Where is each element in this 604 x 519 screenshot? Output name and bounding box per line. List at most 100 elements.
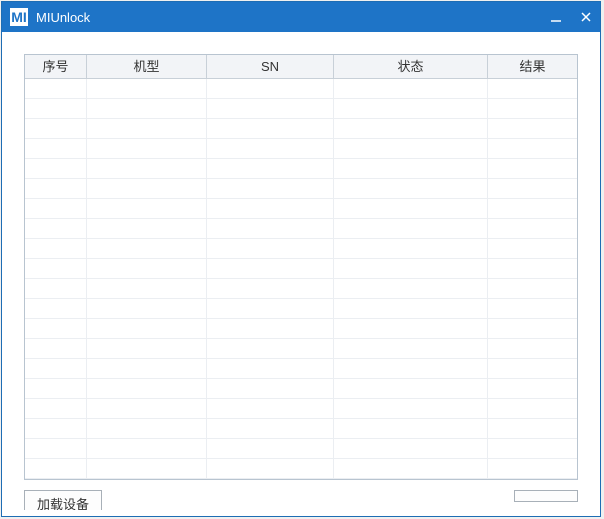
cell-index	[25, 359, 87, 379]
cell-sn	[207, 419, 334, 439]
cell-model	[87, 99, 207, 119]
cell-sn	[207, 79, 334, 99]
cell-result	[488, 199, 577, 219]
cell-model	[87, 259, 207, 279]
app-logo-icon: MI	[10, 8, 28, 26]
cell-result	[488, 259, 577, 279]
table-row[interactable]	[25, 199, 577, 219]
table-row[interactable]	[25, 319, 577, 339]
cell-model	[87, 219, 207, 239]
cell-index	[25, 419, 87, 439]
table-row[interactable]	[25, 379, 577, 399]
cell-status	[334, 399, 488, 419]
cell-index	[25, 299, 87, 319]
minimize-button[interactable]	[548, 9, 564, 25]
table-row[interactable]	[25, 299, 577, 319]
cell-index	[25, 259, 87, 279]
table-row[interactable]	[25, 339, 577, 359]
column-header-model[interactable]: 机型	[87, 55, 207, 79]
cell-result	[488, 359, 577, 379]
column-header-status[interactable]: 状态	[334, 55, 488, 79]
column-header-index[interactable]: 序号	[25, 55, 87, 79]
cell-index	[25, 199, 87, 219]
cell-status	[334, 119, 488, 139]
cell-model	[87, 299, 207, 319]
cell-result	[488, 219, 577, 239]
cell-result	[488, 79, 577, 99]
cell-result	[488, 339, 577, 359]
cell-sn	[207, 339, 334, 359]
cell-index	[25, 319, 87, 339]
column-header-sn[interactable]: SN	[207, 55, 334, 79]
table-row[interactable]	[25, 239, 577, 259]
cell-sn	[207, 319, 334, 339]
table-row[interactable]	[25, 399, 577, 419]
cell-sn	[207, 239, 334, 259]
cell-result	[488, 379, 577, 399]
table-row[interactable]	[25, 419, 577, 439]
table-row[interactable]	[25, 99, 577, 119]
right-button-partial[interactable]	[514, 490, 578, 502]
table-row[interactable]	[25, 179, 577, 199]
table-row[interactable]	[25, 279, 577, 299]
cell-model	[87, 279, 207, 299]
table-row[interactable]	[25, 359, 577, 379]
column-header-result[interactable]: 结果	[488, 55, 577, 79]
cell-sn	[207, 259, 334, 279]
cell-status	[334, 159, 488, 179]
table-row[interactable]	[25, 159, 577, 179]
cell-model	[87, 239, 207, 259]
cell-index	[25, 279, 87, 299]
cell-result	[488, 159, 577, 179]
cell-index	[25, 239, 87, 259]
cell-status	[334, 199, 488, 219]
close-button[interactable]	[578, 9, 594, 25]
cell-index	[25, 439, 87, 459]
table-row[interactable]	[25, 79, 577, 99]
cell-result	[488, 459, 577, 479]
cell-result	[488, 99, 577, 119]
cell-model	[87, 419, 207, 439]
table-row[interactable]	[25, 259, 577, 279]
table-row[interactable]	[25, 219, 577, 239]
cell-index	[25, 459, 87, 479]
cell-result	[488, 439, 577, 459]
cell-status	[334, 239, 488, 259]
cell-sn	[207, 219, 334, 239]
cell-index	[25, 139, 87, 159]
cell-status	[334, 419, 488, 439]
cell-sn	[207, 199, 334, 219]
cell-sn	[207, 359, 334, 379]
cell-sn	[207, 379, 334, 399]
cell-sn	[207, 279, 334, 299]
content-area: 序号 机型 SN 状态 结果	[2, 32, 600, 480]
cell-status	[334, 439, 488, 459]
app-title: MIUnlock	[36, 10, 548, 25]
cell-result	[488, 319, 577, 339]
cell-model	[87, 459, 207, 479]
table-row[interactable]	[25, 439, 577, 459]
cell-sn	[207, 459, 334, 479]
table-row[interactable]	[25, 459, 577, 479]
grid-body[interactable]	[25, 79, 577, 479]
cell-model	[87, 339, 207, 359]
cell-status	[334, 319, 488, 339]
cell-index	[25, 119, 87, 139]
cell-model	[87, 179, 207, 199]
cell-sn	[207, 179, 334, 199]
cell-sn	[207, 299, 334, 319]
table-row[interactable]	[25, 119, 577, 139]
cell-status	[334, 99, 488, 119]
cell-index	[25, 379, 87, 399]
cell-model	[87, 199, 207, 219]
cell-sn	[207, 439, 334, 459]
app-window: MI MIUnlock 序号 机型 SN 状态 结果 加载设备	[1, 1, 601, 517]
cell-status	[334, 359, 488, 379]
cell-sn	[207, 159, 334, 179]
cell-status	[334, 139, 488, 159]
table-row[interactable]	[25, 139, 577, 159]
cell-sn	[207, 399, 334, 419]
load-device-button[interactable]: 加载设备	[24, 490, 102, 510]
cell-index	[25, 339, 87, 359]
cell-result	[488, 119, 577, 139]
